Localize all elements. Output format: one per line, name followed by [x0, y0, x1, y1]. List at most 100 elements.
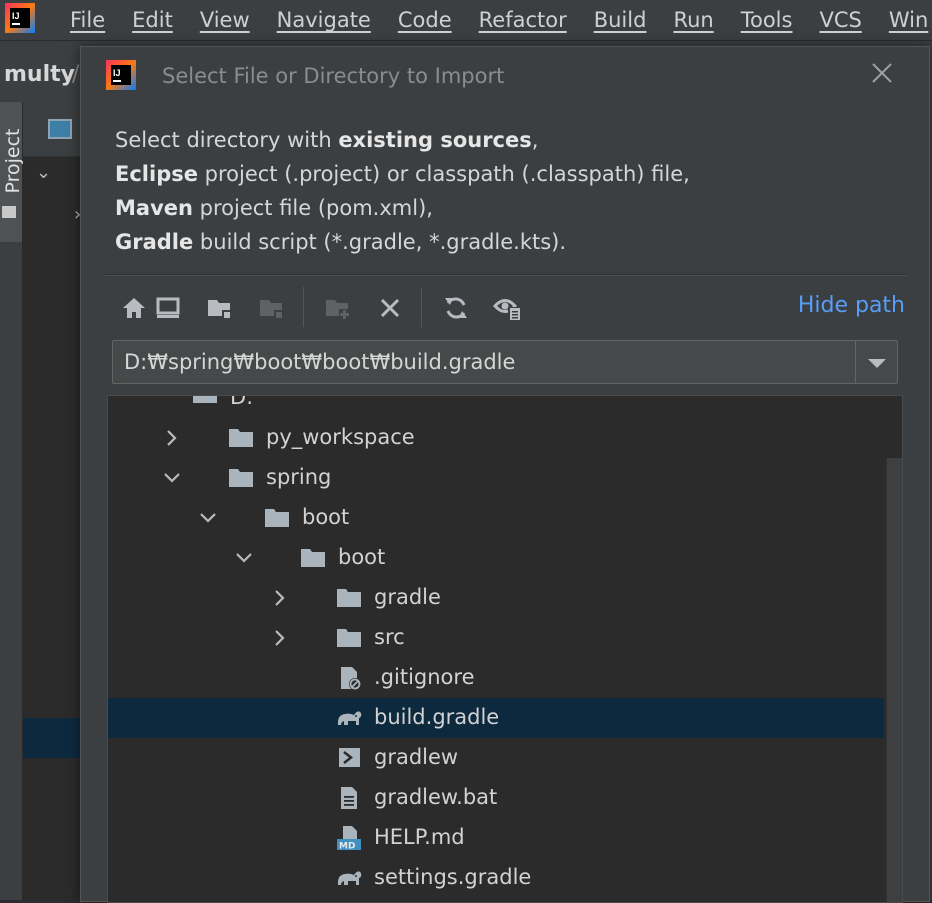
tree-row[interactable]: gradlew — [108, 738, 884, 778]
refresh-button[interactable] — [439, 291, 473, 325]
show-hidden-files-button[interactable] — [491, 291, 525, 325]
menu-navigate[interactable]: Navigate — [277, 8, 371, 32]
folder-project-icon — [208, 300, 231, 319]
tree-scrollbar[interactable] — [886, 458, 902, 902]
home-icon — [123, 298, 145, 318]
toolbar-separator — [421, 287, 422, 327]
menu-edit[interactable]: Edit — [132, 8, 173, 32]
tree-row-label: src — [374, 625, 405, 649]
folder-icon — [229, 469, 253, 487]
text-file-icon — [341, 787, 357, 809]
folder-icon — [265, 509, 289, 527]
panel-view-icon[interactable] — [48, 119, 72, 139]
path-input[interactable] — [113, 341, 853, 383]
combo-divider — [855, 341, 856, 383]
folder-icon — [229, 429, 253, 447]
chevron-down-icon[interactable] — [234, 548, 254, 568]
menu-refactor[interactable]: Refactor — [479, 8, 567, 32]
new-folder-icon — [326, 300, 350, 320]
delete-x-icon — [380, 298, 400, 318]
chevron-down-icon[interactable] — [865, 353, 889, 373]
desc-bold: Maven — [115, 196, 193, 220]
file-chooser-toolbar: Hide path — [115, 287, 905, 329]
tree-row[interactable]: D: — [108, 395, 884, 418]
gradle-elephant-icon — [337, 871, 362, 885]
markdown-file-icon: MD — [337, 826, 361, 852]
chevron-right-icon[interactable] — [162, 428, 182, 448]
desc-text: , — [531, 128, 539, 152]
path-combobox[interactable] — [112, 340, 898, 384]
tree-row[interactable]: gradle — [108, 578, 884, 618]
svg-text:MD: MD — [339, 842, 355, 852]
folder-icon — [301, 549, 325, 567]
desc-text: Select directory with — [115, 128, 339, 152]
delete-button[interactable] — [373, 291, 407, 325]
desktop-icon — [156, 297, 180, 318]
menu-run[interactable]: Run — [673, 8, 713, 32]
ignored-file-icon — [341, 667, 361, 690]
home-directory-button[interactable] — [117, 291, 151, 325]
chevron-right-icon[interactable] — [270, 588, 290, 608]
close-icon[interactable] — [866, 57, 898, 89]
tree-row[interactable]: .gitignore — [108, 658, 884, 698]
tree-row-label: boot — [338, 545, 386, 569]
project-name[interactable]: multy — [4, 62, 75, 87]
import-dialog: IJ Select File or Directory to Import Se… — [80, 46, 930, 903]
chevron-down-icon[interactable] — [162, 468, 182, 488]
module-directory-button[interactable] — [255, 291, 289, 325]
hide-path-link[interactable]: Hide path — [798, 293, 905, 318]
tree-row[interactable]: MD HELP.md — [108, 818, 884, 858]
chevron-down-icon[interactable] — [198, 508, 218, 528]
project-directory-button[interactable] — [203, 291, 237, 325]
tree-row-label: settings.gradle — [374, 865, 532, 889]
show-hidden-eye-icon — [493, 299, 521, 321]
tree-row[interactable]: boot — [108, 498, 884, 538]
file-tree[interactable]: D: py_workspacespring boot boot gradle src .gi… — [107, 395, 903, 903]
menu-build[interactable]: Build — [594, 8, 647, 32]
svg-text:IJ: IJ — [12, 11, 20, 21]
tree-row-label: boot — [302, 505, 350, 529]
folder-icon — [2, 206, 16, 218]
desc-bold: Eclipse — [115, 162, 198, 186]
menu-view[interactable]: View — [200, 8, 250, 32]
chevron-right-icon[interactable] — [270, 628, 290, 648]
tree-row[interactable]: src — [108, 618, 884, 658]
separator — [105, 274, 907, 276]
toolbar-separator — [303, 287, 304, 327]
drive-icon — [193, 396, 217, 403]
tree-row-label: py_workspace — [266, 425, 415, 449]
tree-row[interactable]: spring — [108, 458, 884, 498]
intellij-logo-icon: IJ — [5, 3, 35, 33]
tree-row-label: D: — [230, 395, 254, 409]
svg-text:IJ: IJ — [113, 68, 121, 78]
menu-items: File Edit View Navigate Code Refactor Build Run… — [70, 0, 932, 40]
tree-row[interactable]: gradlew.bat — [108, 778, 884, 818]
desktop-directory-button[interactable] — [151, 291, 185, 325]
menu-tools[interactable]: Tools — [741, 8, 793, 32]
tree-row-label: spring — [266, 465, 332, 489]
tree-row[interactable]: build.gradle — [108, 698, 884, 738]
tree-row[interactable]: boot — [108, 538, 884, 578]
refresh-icon — [445, 297, 467, 319]
dialog-description: Select directory with existing sources, … — [115, 123, 690, 259]
desc-text: build script (*.gradle, *.gradle.kts). — [193, 230, 567, 254]
project-tool-tab-label: Project — [2, 128, 24, 194]
tree-row[interactable]: settings.gradle — [108, 858, 884, 898]
dialog-titlebar[interactable]: IJ Select File or Directory to Import — [81, 47, 929, 107]
folder-module-icon — [260, 300, 283, 319]
intellij-logo-icon: IJ — [106, 60, 136, 90]
tree-row[interactable]: py_workspace — [108, 418, 884, 458]
tree-row-label: gradlew.bat — [374, 785, 498, 809]
shell-script-icon — [339, 748, 360, 767]
folder-icon — [337, 589, 361, 607]
menu-win[interactable]: Win — [889, 8, 928, 32]
folder-icon — [337, 629, 361, 647]
desc-text: project file (pom.xml), — [192, 196, 433, 220]
new-folder-button[interactable] — [321, 291, 355, 325]
project-panel-selected-row[interactable] — [23, 718, 83, 758]
chevron-down-icon[interactable]: ⌄ — [36, 162, 51, 183]
menu-code[interactable]: Code — [398, 8, 452, 32]
menu-file[interactable]: File — [70, 8, 105, 32]
desc-bold: existing sources — [338, 128, 532, 152]
menu-vcs[interactable]: VCS — [819, 8, 861, 32]
